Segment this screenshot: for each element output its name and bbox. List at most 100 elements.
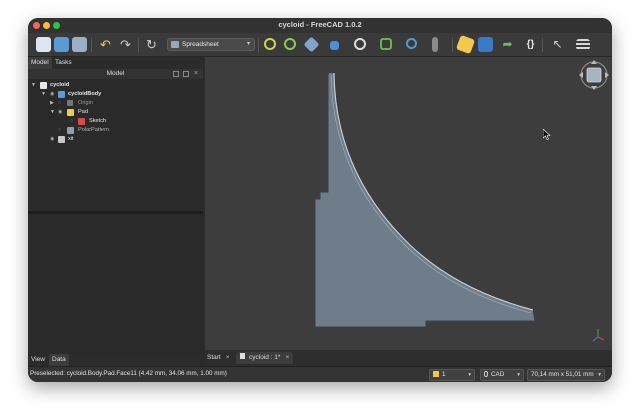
toolbar-separator — [258, 38, 259, 52]
link-icon[interactable]: ➦ — [500, 37, 515, 52]
toolbar-separator — [452, 38, 453, 52]
main-toolbar: ↶ ↷ ↻ Spreadsheet ▾ ➦ {} ↖ — [28, 33, 612, 57]
navigation-style-selector[interactable]: CAD ▾ — [480, 369, 524, 381]
tree-item-label: cycloid — [50, 82, 70, 88]
redo-icon[interactable]: ↷ — [118, 37, 133, 52]
sketch-icon — [78, 118, 85, 125]
view-selector-icon[interactable] — [380, 38, 392, 50]
workbench-selector[interactable]: Spreadsheet ▾ — [167, 38, 255, 51]
expand-arrow-icon[interactable]: ▼ — [50, 108, 55, 117]
new-document-icon[interactable] — [36, 37, 51, 52]
mouse-cursor-icon — [543, 129, 551, 140]
tree-item-sketch[interactable]: ○ Sketch — [28, 117, 203, 126]
visibility-eye-icon[interactable]: ◉ — [58, 108, 62, 117]
window-title: cycloid - FreeCAD 1.0.2 — [278, 20, 362, 29]
document-icon — [240, 353, 245, 359]
document-icon — [40, 82, 47, 89]
layer-value: 1 — [442, 371, 446, 378]
tab-label: cycloid : 1* — [249, 354, 281, 361]
tree-header: Model × — [28, 69, 203, 79]
clipping-icon[interactable] — [432, 37, 438, 52]
isometric-view-icon[interactable] — [303, 36, 320, 53]
spreadsheet-icon — [171, 41, 179, 48]
draw-style-icon[interactable] — [354, 38, 366, 50]
visibility-eye-icon[interactable]: ◉ — [50, 90, 54, 99]
status-bar: Preselected: cycloid.Body.Pad.Face11 (4.… — [28, 366, 612, 382]
close-icon[interactable]: × — [193, 70, 199, 77]
mouse-icon — [484, 371, 488, 378]
close-icon[interactable]: × — [226, 354, 230, 361]
tree-item-cycloidbody[interactable]: ▼ ◉ cycloidBody — [28, 90, 203, 99]
model-tree: ▼ cycloid ▼ ◉ cycloidBody ▶ ○ Origin ▼ ◉… — [28, 79, 203, 211]
expand-arrow-icon[interactable]: ▼ — [31, 81, 36, 90]
tab-start[interactable]: Start × — [207, 352, 230, 364]
tree-item-cycloid[interactable]: ▼ cycloid — [28, 81, 203, 90]
navigation-style-value: CAD — [491, 371, 505, 378]
title-bar: cycloid - FreeCAD 1.0.2 — [28, 18, 612, 33]
navigation-cube[interactable] — [578, 59, 610, 91]
tab-tasks[interactable]: Tasks — [52, 57, 75, 69]
zoom-fit-icon[interactable] — [264, 38, 276, 50]
zoom-selection-icon[interactable] — [284, 38, 296, 50]
chevron-down-icon: ▾ — [517, 372, 520, 378]
tree-item-label: cycloidBody — [68, 91, 102, 97]
refresh-icon[interactable]: ↻ — [144, 37, 159, 52]
tab-label: Start — [207, 354, 221, 361]
folder-icon[interactable] — [478, 37, 493, 52]
tree-item-label: xit — [68, 136, 74, 142]
toolbar-separator — [542, 38, 543, 52]
tree-header-label: Model — [106, 70, 125, 77]
tab-view[interactable]: View — [28, 354, 48, 366]
polar-pattern-icon — [67, 127, 74, 134]
undo-icon[interactable]: ↶ — [98, 37, 113, 52]
visibility-eye-icon[interactable]: ◉ — [50, 135, 54, 144]
toolbar-separator — [138, 38, 139, 52]
toggle-panel-icon[interactable] — [576, 39, 590, 50]
part-icon — [58, 136, 65, 143]
chevron-down-icon: ▾ — [598, 372, 601, 378]
collapse-icon[interactable] — [173, 71, 179, 77]
tab-model[interactable]: Model — [28, 57, 52, 69]
visibility-eye-icon[interactable]: ○ — [58, 99, 61, 108]
pad-shape[interactable] — [205, 57, 612, 350]
close-icon[interactable]: × — [285, 354, 289, 361]
visibility-eye-icon[interactable]: ○ — [58, 126, 61, 135]
dimension-display[interactable]: 70,14 mm x 51,01 mm ▾ — [527, 369, 605, 381]
measure-icon[interactable] — [330, 41, 339, 50]
expand-arrow-icon[interactable]: ▶ — [50, 99, 54, 108]
part-icon[interactable] — [455, 34, 476, 55]
combo-view: Model Tasks Model × ▼ cycloid ▼ ◉ cycloi… — [28, 57, 203, 366]
freecad-window: cycloid - FreeCAD 1.0.2 ↶ ↷ ↻ Spreadshee… — [28, 18, 612, 382]
layer-selector[interactable]: 1 ▾ — [429, 369, 475, 381]
tree-item-xit[interactable]: ◉ xit — [28, 135, 203, 144]
3d-viewport[interactable] — [205, 57, 612, 350]
tree-item-polarpattern[interactable]: ○ PolarPattern — [28, 126, 203, 135]
float-icon[interactable] — [183, 71, 189, 77]
property-tabs: View Data — [28, 354, 203, 366]
combo-tabs: Model Tasks — [28, 57, 203, 69]
save-document-icon[interactable] — [72, 37, 87, 52]
property-view — [28, 214, 203, 354]
tree-item-pad[interactable]: ▼ ◉ Pad — [28, 108, 203, 117]
toolbar-separator — [91, 38, 92, 52]
axis-cross-icon — [592, 329, 605, 342]
origin-icon — [67, 100, 73, 106]
expand-arrow-icon[interactable]: ▼ — [41, 90, 46, 99]
tree-item-label: Pad — [78, 109, 88, 115]
chevron-down-icon: ▾ — [246, 41, 250, 47]
visibility-eye-icon[interactable]: ○ — [70, 117, 73, 126]
tab-data[interactable]: Data — [49, 354, 69, 366]
open-document-icon[interactable] — [54, 37, 69, 52]
chevron-down-icon: ▾ — [468, 372, 471, 378]
workbench-label: Spreadsheet — [182, 41, 219, 48]
tab-cycloid[interactable]: cycloid : 1* × — [236, 352, 294, 364]
tree-item-origin[interactable]: ▶ ○ Origin — [28, 99, 203, 108]
layer-icon — [433, 371, 439, 378]
whats-this-icon[interactable]: ↖ — [550, 37, 565, 52]
status-message: Preselected: cycloid.Body.Pad.Face11 (4.… — [30, 370, 227, 377]
macro-icon[interactable]: {} — [523, 37, 538, 52]
document-tabs: Start × cycloid : 1* × — [205, 350, 612, 366]
tree-item-label: Origin — [78, 100, 93, 106]
zoom-icon[interactable] — [406, 38, 417, 49]
tree-item-label: PolarPattern — [78, 127, 110, 133]
